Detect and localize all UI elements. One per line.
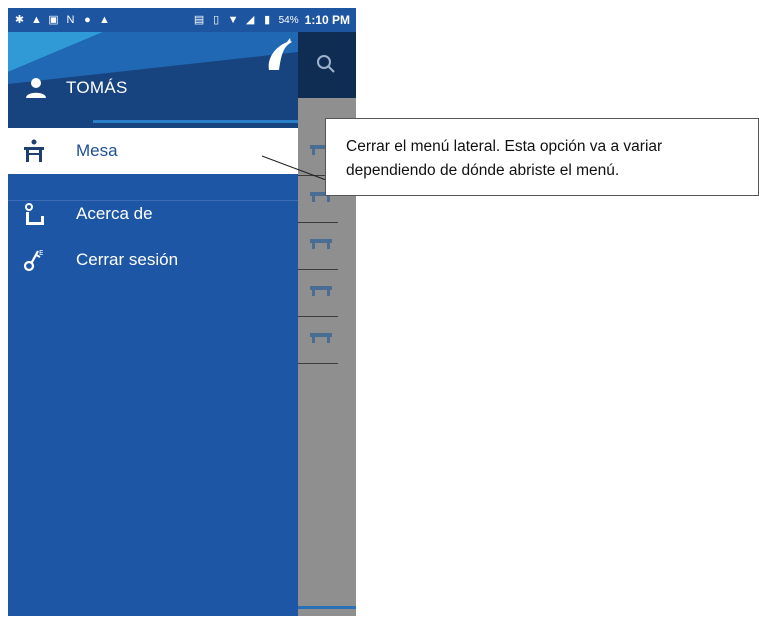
info-person-icon (22, 202, 46, 226)
battery-level: 54% (278, 14, 299, 26)
wifi-icon: ▼ (227, 13, 239, 26)
navigation-drawer: TOMÁS Mesa Acerca de E Cerrar sesión (8, 32, 298, 616)
table-icon (310, 333, 332, 343)
drawer-item-mesa[interactable]: Mesa (8, 128, 298, 174)
callout-text: Cerrar el menú lateral. Esta opción va a… (346, 138, 663, 179)
svg-text:E: E (39, 249, 43, 257)
table-icon (310, 286, 332, 296)
search-icon[interactable] (314, 52, 338, 76)
table-person-icon (22, 139, 46, 163)
warning-icon: ▲ (31, 13, 42, 26)
list-item[interactable] (298, 269, 338, 317)
table-icon (310, 239, 332, 249)
drawer-item-label: Acerca de (76, 204, 153, 223)
annotation-callout: Cerrar el menú lateral. Esta opción va a… (325, 118, 759, 196)
key-icon: E (22, 248, 46, 272)
dolphin-logo-icon (268, 38, 292, 70)
list-item[interactable] (298, 316, 338, 364)
drawer-item-label: Cerrar sesión (76, 250, 179, 269)
image-icon: ▣ (48, 13, 59, 26)
gear-icon: ✱ (14, 13, 25, 26)
vibrate-icon: ▯ (213, 13, 220, 26)
n-icon: N (66, 13, 75, 26)
bottom-accent-line (298, 606, 356, 609)
drawer-header: TOMÁS (8, 32, 298, 128)
drawer-item-label: Mesa (76, 141, 118, 160)
signal-icon: ◢ (245, 13, 255, 26)
user-icon (26, 78, 46, 98)
drawer-item-acerca-de[interactable]: Acerca de (8, 191, 298, 237)
header-decoration (8, 32, 298, 123)
list-item[interactable] (298, 222, 338, 270)
s-icon: ● (84, 13, 91, 26)
status-bar: ✱ ▲ ▣ N ● ▲ ▤ ▯ ▼ ◢ ▮ 54% 1:10 PM (8, 8, 356, 32)
phone-screen: ✱ ▲ ▣ N ● ▲ ▤ ▯ ▼ ◢ ▮ 54% 1:10 PM TOMÁS … (8, 8, 356, 616)
battery-icon: ▮ (264, 13, 271, 26)
cast-icon: ▤ (193, 13, 205, 26)
user-name: TOMÁS (66, 78, 128, 97)
drawer-item-cerrar-sesion[interactable]: E Cerrar sesión (8, 237, 298, 283)
clock: 1:10 PM (304, 13, 350, 27)
warning-icon: ▲ (99, 13, 110, 26)
